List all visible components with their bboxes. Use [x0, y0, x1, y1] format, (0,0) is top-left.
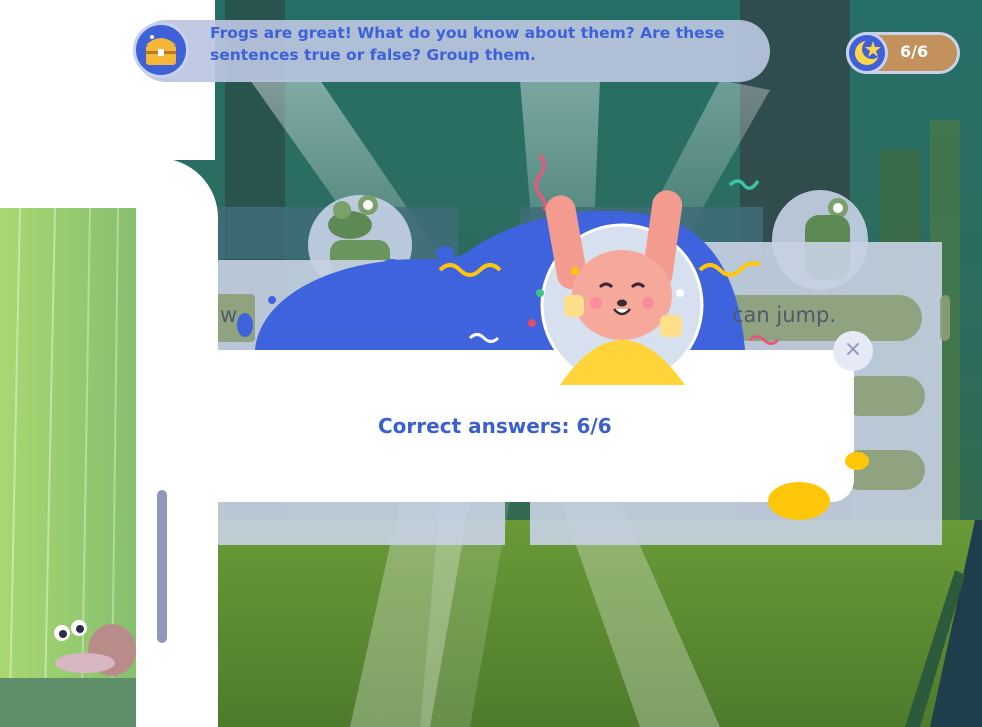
close-icon: ×	[843, 337, 863, 362]
phone-preview	[0, 158, 218, 727]
close-button[interactable]: ×	[833, 331, 873, 371]
treasure-chest-icon[interactable]	[133, 22, 189, 78]
star-moon-icon	[846, 32, 888, 74]
answer-fragment-left: w	[220, 303, 238, 327]
phone-scrollbar[interactable]	[157, 490, 167, 643]
phone-screen	[0, 207, 136, 727]
score-label: 6/6	[900, 42, 929, 61]
yellow-blob-decoration	[768, 482, 830, 520]
answer-fragment-right: can jump.	[732, 303, 837, 327]
correct-answers-label: Correct answers: 6/6	[378, 414, 612, 438]
instruction-text: Frogs are great! What do you know about …	[210, 24, 725, 64]
bunny-mascot	[520, 175, 725, 390]
yellow-dot-decoration	[845, 452, 869, 470]
